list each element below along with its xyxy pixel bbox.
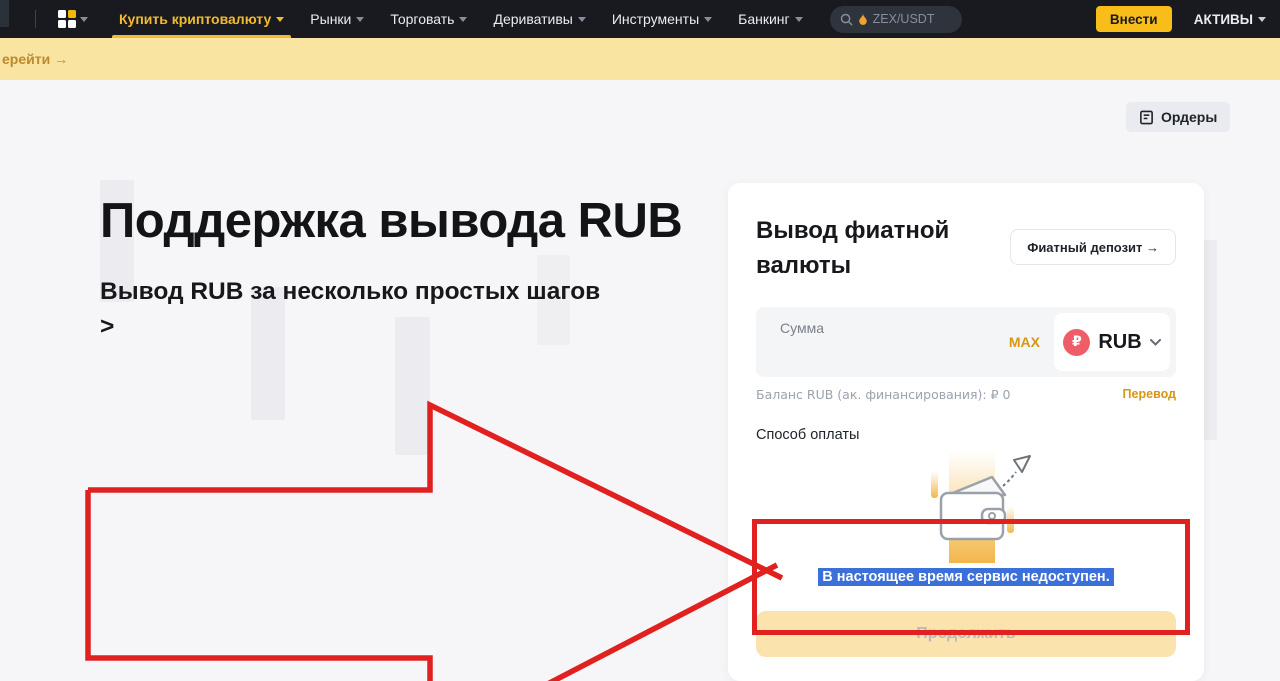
continue-button[interactable]: Продолжить	[756, 611, 1176, 657]
balance-text: Баланс RUB (ак. финансирования): ₽ 0	[756, 387, 1011, 402]
search-input[interactable]: ZEX/USDT	[873, 12, 935, 26]
nav-item-markets[interactable]: Рынки	[297, 0, 377, 38]
max-button[interactable]: MAX	[1009, 334, 1040, 350]
service-unavailable-message: В настоящее время сервис недоступен.	[818, 568, 1113, 586]
page-content: Ордеры Поддержка вывода RUB Вывод RUB за…	[0, 80, 1280, 681]
nav-item-banking[interactable]: Банкинг	[725, 0, 816, 38]
main-menu: Купить криптовалюту Рынки Торговать Дери…	[106, 0, 816, 38]
fiat-deposit-button[interactable]: Фиатный депозит →	[1010, 229, 1176, 265]
currency-selector[interactable]: ₽ RUB	[1054, 313, 1170, 371]
search-icon	[840, 13, 853, 26]
orders-button[interactable]: Ордеры	[1126, 102, 1230, 132]
search-box[interactable]: ZEX/USDT	[830, 6, 962, 33]
chevron-down-icon	[1150, 339, 1161, 346]
page-title: Поддержка вывода RUB	[100, 190, 720, 252]
page-subtitle: Вывод RUB за несколько простых шагов >	[100, 274, 720, 344]
nav-item-buy-crypto[interactable]: Купить криптовалюту	[106, 0, 297, 38]
card-header: Вывод фиатной валюты Фиатный депозит →	[756, 213, 1176, 283]
assets-menu[interactable]: АКТИВЫ	[1194, 12, 1266, 27]
nav-item-tools[interactable]: Инструменты	[599, 0, 725, 38]
chevron-down-icon	[80, 17, 88, 22]
grid-icon	[58, 10, 76, 28]
hero-section: Поддержка вывода RUB Вывод RUB за нескол…	[100, 190, 720, 344]
currency-code: RUB	[1098, 331, 1141, 354]
nav-item-derivatives[interactable]: Деривативы	[480, 0, 598, 38]
nav-divider	[35, 10, 36, 28]
deposit-button[interactable]: Внести	[1096, 6, 1172, 32]
corner-fragment	[0, 0, 9, 27]
promo-banner[interactable]: ерейти →	[0, 38, 1280, 80]
chevron-down-icon	[356, 17, 364, 22]
amount-input[interactable]: Сумма MAX ₽ RUB	[756, 307, 1176, 377]
chevron-down-icon	[459, 17, 467, 22]
subtitle-arrow: >	[100, 309, 720, 344]
ruble-icon: ₽	[1063, 329, 1090, 356]
flame-icon	[858, 13, 868, 26]
top-nav: Купить криптовалюту Рынки Торговать Дери…	[0, 0, 1280, 38]
wallet-illustration	[756, 451, 1176, 565]
order-list-icon	[1139, 110, 1154, 125]
chevron-down-icon	[704, 17, 712, 22]
app-logo-icon[interactable]	[58, 10, 88, 28]
promo-banner-link[interactable]: ерейти →	[2, 51, 68, 67]
chevron-down-icon	[1258, 17, 1266, 22]
balance-row: Баланс RUB (ак. финансирования): ₽ 0 Пер…	[756, 387, 1176, 402]
transfer-link[interactable]: Перевод	[1123, 387, 1176, 402]
amount-placeholder: Сумма	[780, 320, 824, 336]
wallet-withdraw-icon	[891, 451, 1041, 565]
payment-method-label: Способ оплаты	[756, 427, 1176, 443]
chevron-down-icon	[578, 17, 586, 22]
chevron-down-icon	[276, 17, 284, 22]
amount-controls: MAX ₽ RUB	[1009, 313, 1170, 371]
service-message-row: В настоящее время сервис недоступен.	[756, 568, 1176, 589]
nav-item-trade[interactable]: Торговать	[377, 0, 480, 38]
card-title: Вывод фиатной валюты	[756, 213, 991, 283]
chevron-down-icon	[795, 17, 803, 22]
withdraw-card: Вывод фиатной валюты Фиатный депозит → С…	[728, 183, 1204, 681]
